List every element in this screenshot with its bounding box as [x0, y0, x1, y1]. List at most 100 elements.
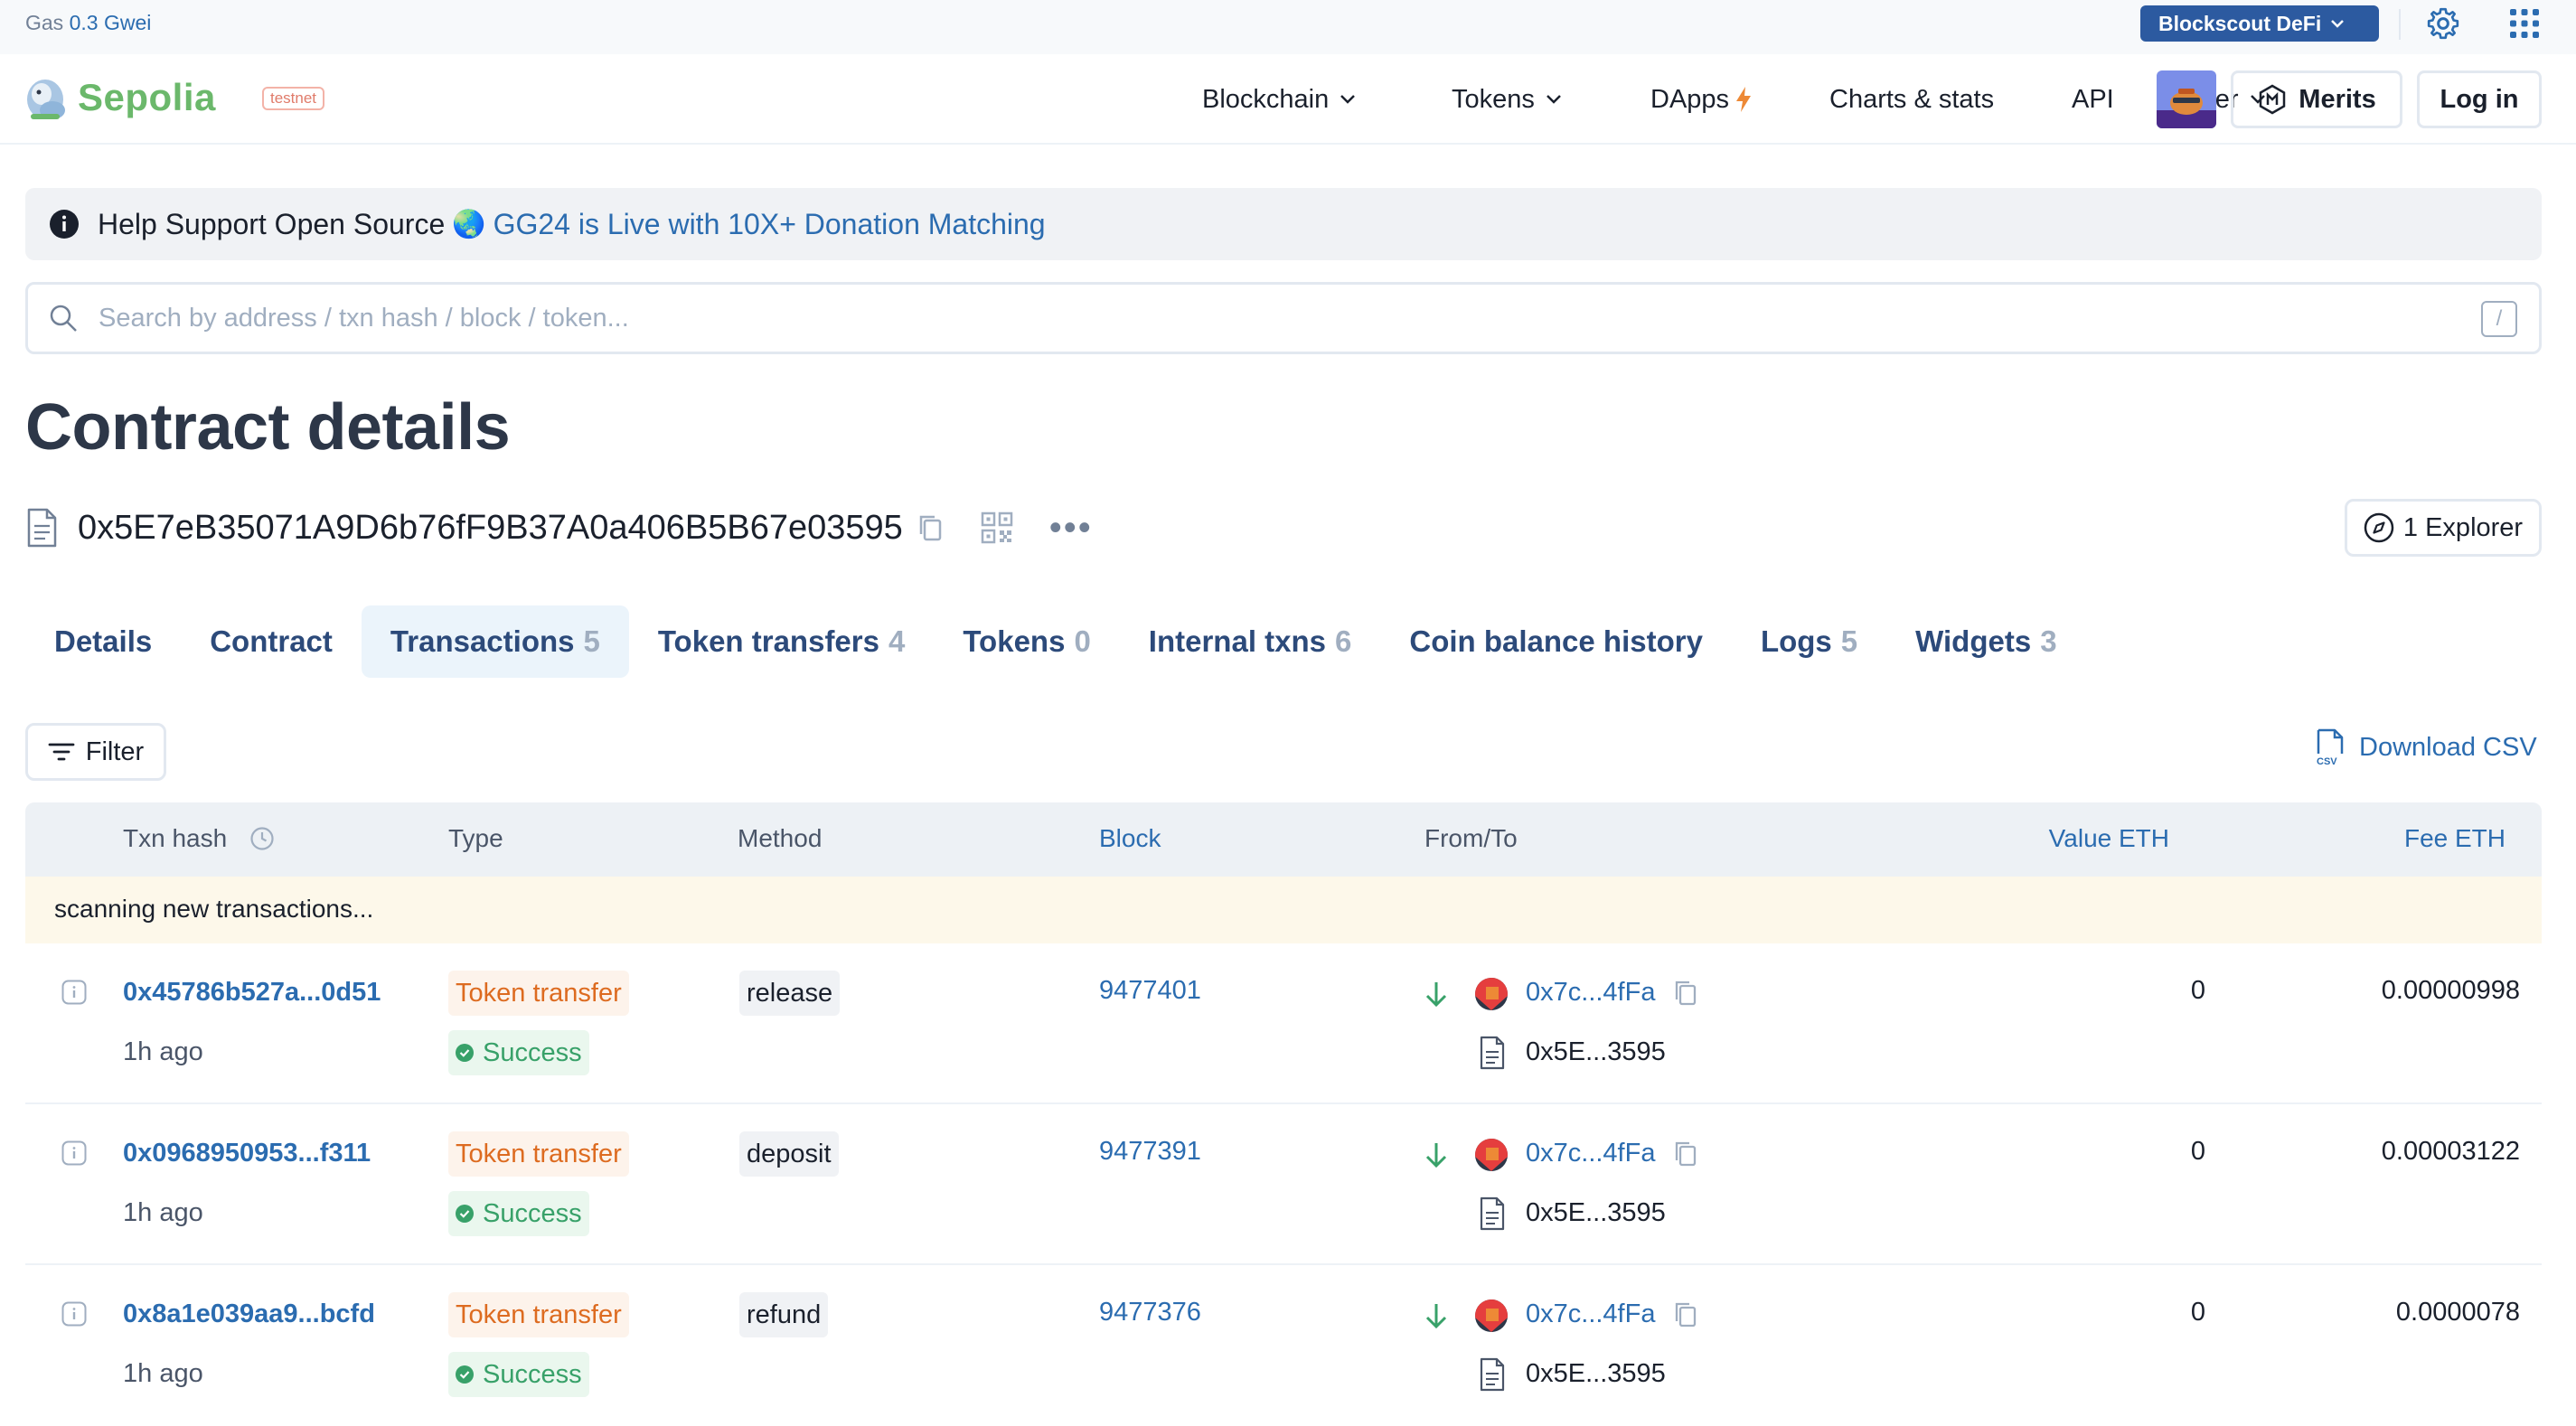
tab-transactions[interactable]: Transactions 5: [361, 605, 629, 678]
col-from-to: From/To: [1424, 824, 1518, 852]
address-avatar: [1475, 1139, 1508, 1171]
lightning-icon: [1736, 87, 1752, 112]
tab-count: 5: [1840, 624, 1858, 658]
copy-icon[interactable]: [1674, 1301, 1697, 1328]
to-address[interactable]: 0x5E...3595: [1526, 1198, 1666, 1228]
explorers-label: 1 Explorer: [2402, 512, 2524, 542]
row-details-icon[interactable]: [61, 1301, 87, 1327]
txn-hash-link[interactable]: 0x0968950953...f311: [123, 1139, 371, 1168]
tab-coin-balance-history[interactable]: Coin balance history: [1380, 605, 1732, 678]
col-type: Type: [448, 824, 503, 852]
txn-type-badge: Token transfer: [448, 971, 629, 1016]
from-address-link[interactable]: 0x7c...4fFa: [1526, 1139, 1655, 1168]
block-link[interactable]: 9477391: [1099, 1137, 1201, 1167]
fee-eth: 0.0000078: [2395, 1298, 2520, 1327]
tab-internal-txns[interactable]: Internal txns 6: [1120, 605, 1381, 678]
nav-blockchain-label: Blockchain: [1202, 84, 1330, 114]
row-details-icon[interactable]: [61, 1140, 87, 1166]
csv-file-icon: CSV: [2317, 728, 2344, 766]
nav-tokens[interactable]: Tokens: [1452, 54, 1562, 145]
from-address-link[interactable]: 0x7c...4fFa: [1526, 978, 1655, 1008]
more-options-icon[interactable]: •••: [1049, 510, 1093, 546]
col-value-eth[interactable]: Value ETH: [2049, 824, 2169, 853]
to-address[interactable]: 0x5E...3595: [1526, 1037, 1666, 1067]
row-details-icon[interactable]: [61, 980, 87, 1005]
tab-contract[interactable]: Contract: [181, 605, 362, 678]
arrow-down-icon: [1425, 1143, 1447, 1168]
tab-widgets[interactable]: Widgets 3: [1886, 605, 2085, 678]
nav-dapps[interactable]: DApps: [1650, 54, 1753, 145]
col-fee-eth[interactable]: Fee ETH: [2404, 824, 2505, 853]
tab-label: Coin balance history: [1409, 624, 1703, 658]
tab-tokens[interactable]: Tokens 0: [934, 605, 1119, 678]
from-address-link[interactable]: 0x7c...4fFa: [1526, 1299, 1655, 1329]
nav-dapps-label: DApps: [1650, 84, 1730, 114]
table-row: 0x0968950953...f311 1h ago Token transfe…: [25, 1104, 2542, 1265]
contract-document-icon: [1480, 1196, 1505, 1231]
nav-charts-stats[interactable]: Charts & stats: [1829, 54, 1994, 145]
login-button[interactable]: Log in: [2417, 70, 2542, 128]
copy-icon[interactable]: [1674, 980, 1697, 1007]
tab-label: Contract: [210, 624, 333, 658]
status-label: Success: [483, 1359, 582, 1389]
chevron-down-icon: [1340, 95, 1356, 104]
globe-icon: 🌏: [452, 209, 486, 239]
merits-button[interactable]: Merits: [2231, 70, 2402, 128]
block-link[interactable]: 9477401: [1099, 976, 1201, 1006]
tab-details[interactable]: Details: [25, 605, 181, 678]
status-label: Success: [483, 1198, 582, 1228]
announcement-banner: Help Support Open Source 🌏 GG24 is Live …: [25, 188, 2542, 260]
tab-label: Widgets: [1915, 624, 2032, 658]
nav-blockchain[interactable]: Blockchain: [1202, 54, 1356, 145]
search-input[interactable]: [99, 303, 2358, 333]
gas-price[interactable]: Gas 0.3 Gwei: [25, 11, 151, 35]
contract-document-icon: [27, 508, 57, 548]
tab-label: Token transfers: [657, 624, 879, 658]
clock-icon[interactable]: [249, 826, 275, 851]
copy-icon[interactable]: [1674, 1140, 1697, 1168]
top-bar: Gas 0.3 Gwei Blockscout DeFi: [0, 0, 2576, 54]
nav-api[interactable]: API: [2072, 54, 2114, 145]
block-link[interactable]: 9477376: [1099, 1298, 1201, 1327]
testnet-badge: testnet: [262, 87, 325, 110]
filter-label: Filter: [85, 736, 145, 766]
contract-address-row: 0x5E7eB35071A9D6b76fF9B37A0a406B5B67e035…: [25, 504, 1093, 551]
sepolia-logo-icon: [27, 80, 65, 119]
download-csv-link[interactable]: CSV Download CSV: [2316, 728, 2537, 766]
to-address[interactable]: 0x5E...3595: [1526, 1359, 1666, 1389]
fee-eth: 0.00003122: [2381, 1137, 2520, 1166]
txn-type-badge: Token transfer: [448, 1292, 629, 1337]
txn-hash-link[interactable]: 0x8a1e039aa9...bcfd: [123, 1299, 375, 1329]
table-header: Txn hash Type Method Block From/To Value…: [25, 802, 2542, 877]
tab-token-transfers[interactable]: Token transfers 4: [629, 605, 935, 678]
tab-label: Tokens: [963, 624, 1066, 658]
divider: [2399, 9, 2401, 40]
scanning-notice: scanning new transactions...: [25, 877, 2542, 943]
tab-logs[interactable]: Logs 5: [1732, 605, 1886, 678]
gear-icon[interactable]: [2425, 5, 2461, 42]
status-badge: Success: [448, 1191, 589, 1236]
sepolia-logo[interactable]: Sepolia: [24, 74, 216, 121]
gas-value: 0.3 Gwei: [69, 11, 152, 34]
user-avatar[interactable]: [2157, 70, 2216, 128]
txn-hash-link[interactable]: 0x45786b527a...0d51: [123, 978, 381, 1008]
check-circle-icon: [456, 1205, 474, 1223]
table-row: 0x8a1e039aa9...bcfd 1h ago Token transfe…: [25, 1265, 2542, 1426]
copy-icon[interactable]: [917, 513, 943, 542]
nav-api-label: API: [2072, 84, 2114, 114]
qr-code-icon[interactable]: [981, 511, 1013, 544]
value-eth: 0: [2190, 1137, 2205, 1166]
announcement-link[interactable]: GG24 is Live with 10X+ Donation Matching: [494, 208, 1046, 241]
explorers-button[interactable]: 1 Explorer: [2345, 499, 2542, 557]
txn-age: 1h ago: [123, 1359, 203, 1388]
col-block[interactable]: Block: [1099, 824, 1161, 853]
contract-tabs: Details Contract Transactions 5 Token tra…: [25, 605, 2086, 678]
search-shortcut-key: /: [2481, 301, 2517, 337]
blockscout-defi-button[interactable]: Blockscout DeFi: [2140, 5, 2379, 42]
method-badge: release: [739, 971, 841, 1016]
method-badge: deposit: [739, 1131, 839, 1177]
tab-count: 5: [583, 624, 600, 658]
filter-button[interactable]: Filter: [25, 723, 166, 781]
svg-text:CSV: CSV: [2317, 756, 2337, 766]
apps-grid-icon[interactable]: [2508, 7, 2541, 40]
